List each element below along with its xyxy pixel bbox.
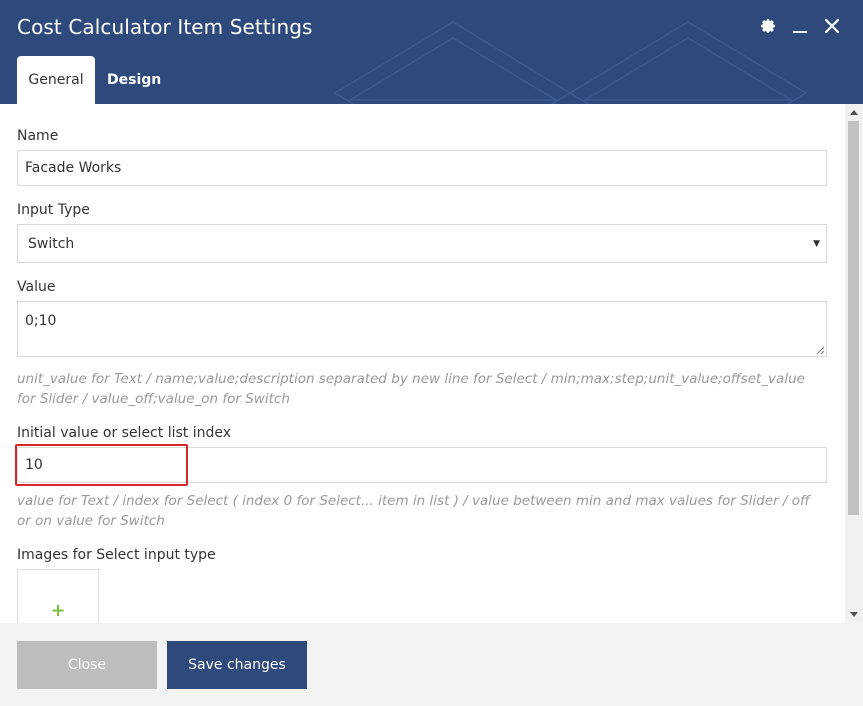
- dialog-header: Cost Calculator Item Settings General De…: [0, 0, 863, 104]
- initial-value-input[interactable]: 10: [17, 447, 827, 483]
- save-changes-button[interactable]: Save changes: [167, 641, 307, 689]
- value-help-text: unit_value for Text / name;value;descrip…: [17, 371, 805, 407]
- input-type-label: Input Type: [17, 202, 90, 218]
- input-type-selected-value: Switch: [28, 235, 75, 252]
- vertical-scrollbar[interactable]: [845, 104, 863, 623]
- initial-value-help-text: value for Text / index for Select ( inde…: [17, 493, 810, 529]
- value-label: Value: [17, 279, 56, 295]
- scrollbar-thumb[interactable]: [848, 121, 859, 515]
- minimize-icon[interactable]: [791, 15, 809, 37]
- chevron-down-icon: ▼: [813, 238, 820, 249]
- settings-form: Name Facade Works Input Type Switch ▼ Va…: [0, 104, 845, 623]
- plus-icon: +: [50, 600, 66, 621]
- value-textarea-value: 0;10: [25, 313, 57, 329]
- tab-bar: General Design: [17, 56, 173, 104]
- dialog-footer: Close Save changes: [0, 623, 863, 706]
- tab-design[interactable]: Design: [95, 56, 173, 104]
- tab-general[interactable]: General: [17, 56, 95, 104]
- initial-value-label: Initial value or select list index: [17, 425, 232, 441]
- name-input[interactable]: Facade Works: [17, 150, 827, 186]
- initial-value-input-value: 10: [25, 457, 43, 473]
- scroll-up-icon[interactable]: [850, 110, 858, 115]
- resize-grip-icon[interactable]: [816, 346, 825, 355]
- close-button[interactable]: Close: [17, 641, 157, 689]
- scroll-down-icon[interactable]: [850, 612, 858, 617]
- dialog-title: Cost Calculator Item Settings: [17, 15, 313, 39]
- name-label: Name: [17, 128, 59, 144]
- close-icon[interactable]: [823, 15, 841, 37]
- name-input-value: Facade Works: [25, 160, 122, 176]
- gear-icon[interactable]: [759, 15, 777, 37]
- input-type-select[interactable]: Switch ▼: [17, 224, 827, 263]
- add-image-button[interactable]: +: [17, 569, 99, 623]
- images-label: Images for Select input type: [17, 547, 216, 563]
- value-textarea[interactable]: 0;10: [17, 301, 827, 357]
